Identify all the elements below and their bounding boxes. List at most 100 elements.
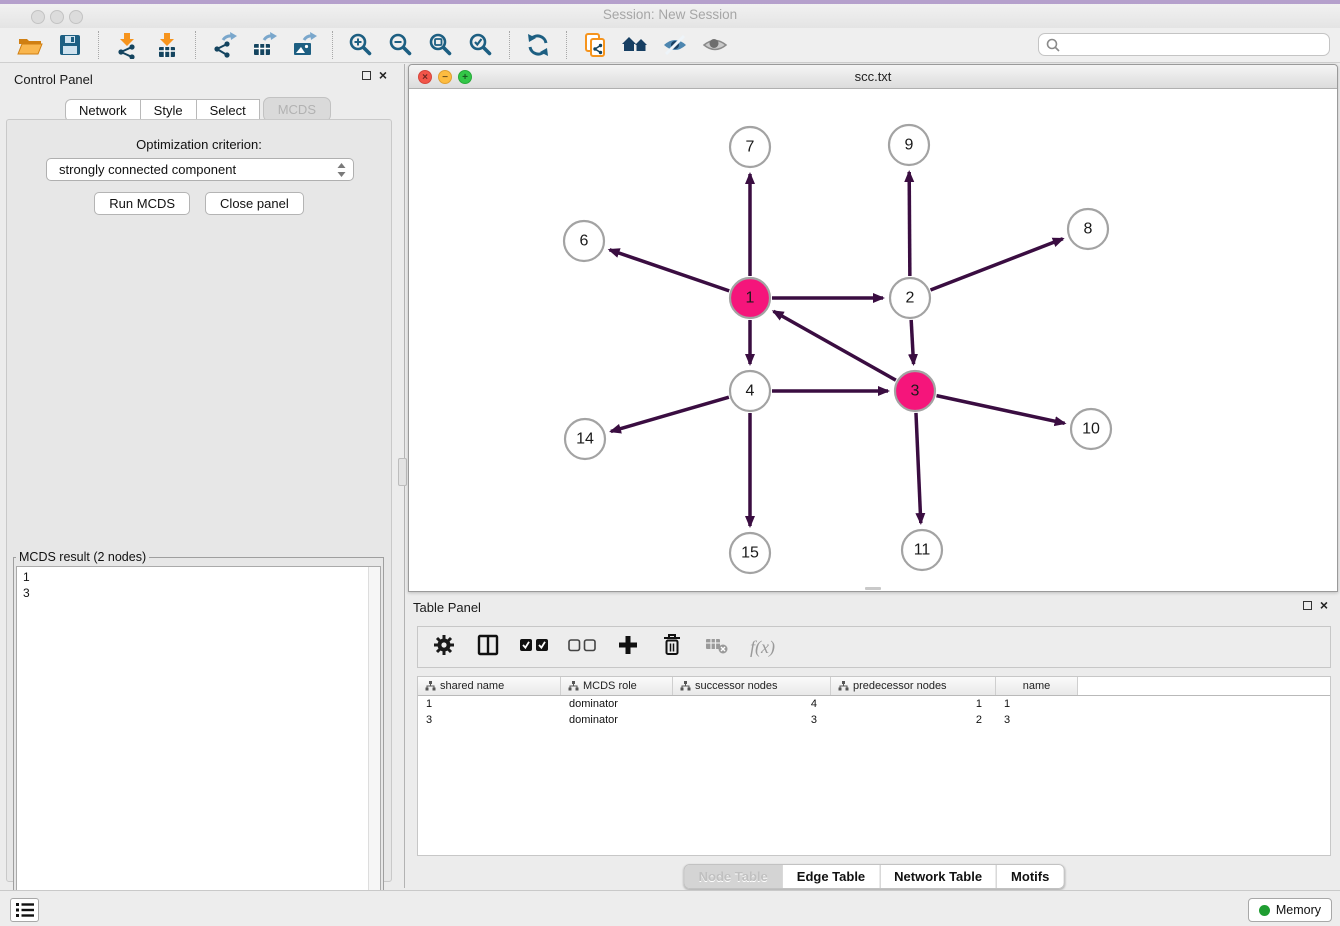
- toolbar-separator: [332, 31, 333, 59]
- graph-edge-1-6[interactable]: [610, 250, 730, 291]
- toolbar-separator: [566, 31, 567, 59]
- export-network-button[interactable]: [209, 30, 239, 60]
- import-network-button[interactable]: [112, 30, 142, 60]
- export-image-button[interactable]: [289, 30, 319, 60]
- deselect-checkboxes-button[interactable]: [568, 638, 596, 657]
- tab-motifs[interactable]: Motifs: [996, 865, 1063, 888]
- mcds-result-list[interactable]: 13: [16, 566, 381, 926]
- table-cell[interactable]: 1: [418, 698, 561, 710]
- table-cell[interactable]: 3: [673, 714, 831, 726]
- column-label: MCDS role: [583, 680, 637, 692]
- network-canvas[interactable]: 7968124314101511: [409, 90, 1337, 592]
- import-table-icon: [153, 31, 181, 59]
- column-label: name: [1023, 680, 1051, 692]
- close-panel-button[interactable]: Close panel: [205, 192, 304, 215]
- hide-eye-icon: [661, 31, 689, 59]
- zoom-selected-button[interactable]: [466, 30, 496, 60]
- import-table-button[interactable]: [152, 30, 182, 60]
- node-table[interactable]: shared name MCDS role successor nodes prede…: [417, 676, 1331, 856]
- delete-table-icon: [704, 634, 730, 656]
- close-panel-icon[interactable]: ×: [1320, 601, 1328, 610]
- column-header-name[interactable]: name: [996, 677, 1078, 695]
- memory-button[interactable]: Memory: [1248, 898, 1332, 922]
- splitter-handle[interactable]: [398, 458, 407, 486]
- tab-node-table[interactable]: Node Table: [685, 865, 782, 888]
- zoom-out-button[interactable]: [386, 30, 416, 60]
- toolbar-separator: [509, 31, 510, 59]
- window-resize-grip[interactable]: [865, 587, 881, 590]
- table-cell[interactable]: 4: [673, 698, 831, 710]
- float-panel-icon[interactable]: [362, 71, 371, 80]
- graph-edge-4-14[interactable]: [611, 397, 729, 431]
- zoom-in-button[interactable]: [346, 30, 376, 60]
- graph-node-label: 4: [746, 383, 755, 400]
- export-table-button[interactable]: [249, 30, 279, 60]
- task-history-button[interactable]: [10, 898, 39, 922]
- list-icon: [15, 902, 35, 918]
- run-mcds-button[interactable]: Run MCDS: [94, 192, 190, 215]
- search-field[interactable]: [1038, 33, 1330, 56]
- copy-view-button[interactable]: [580, 30, 610, 60]
- home-button[interactable]: [620, 30, 650, 60]
- graph-edge-3-11[interactable]: [916, 413, 921, 523]
- graph-edge-3-1[interactable]: [774, 311, 896, 380]
- graph-edge-2-3[interactable]: [911, 320, 913, 364]
- zoom-selected-icon: [467, 31, 495, 59]
- application-window: Session: New Session Control Panel: [0, 0, 1340, 926]
- table-cell[interactable]: 3: [996, 714, 1078, 726]
- add-column-icon: [616, 633, 640, 657]
- table-tabs: Node TableEdge TableNetwork TableMotifs: [684, 864, 1065, 889]
- zoom-fit-button[interactable]: [426, 30, 456, 60]
- split-columns-button[interactable]: [476, 633, 500, 662]
- result-scrollbar[interactable]: [368, 567, 380, 926]
- table-row[interactable]: 3dominator323: [418, 712, 1330, 728]
- graph-node-label: 2: [906, 290, 915, 307]
- graph-node-label: 9: [905, 137, 914, 154]
- toolbar-separator: [98, 31, 99, 59]
- delete-column-icon: [660, 633, 684, 657]
- column-header-predecessor-nodes[interactable]: predecessor nodes: [831, 677, 996, 695]
- network-window-titlebar[interactable]: × − + scc.txt: [409, 65, 1337, 89]
- close-panel-icon[interactable]: ×: [379, 71, 387, 80]
- search-input[interactable]: [1065, 37, 1329, 53]
- hide-eye-button[interactable]: [660, 30, 690, 60]
- table-cell[interactable]: 1: [996, 698, 1078, 710]
- table-cell[interactable]: dominator: [561, 698, 673, 710]
- control-panel: Control Panel × NetworkStyleSelectMCDS O…: [0, 64, 397, 888]
- criterion-select[interactable]: strongly connected component: [46, 158, 354, 181]
- graph-node-label: 15: [741, 545, 759, 562]
- column-header-MCDS-role[interactable]: MCDS role: [561, 677, 673, 695]
- tab-network-table[interactable]: Network Table: [879, 865, 996, 888]
- refresh-button[interactable]: [523, 30, 553, 60]
- show-eye-button[interactable]: [700, 30, 730, 60]
- graph-edge-3-10[interactable]: [937, 396, 1065, 424]
- table-panel-title: Table Panel: [413, 600, 481, 615]
- control-panel-window-buttons: ×: [362, 71, 387, 80]
- column-label: successor nodes: [695, 680, 778, 692]
- graph-node-label: 7: [746, 139, 755, 156]
- table-cell[interactable]: dominator: [561, 714, 673, 726]
- delete-table-button[interactable]: [704, 634, 730, 661]
- table-cell[interactable]: 2: [831, 714, 996, 726]
- float-panel-icon[interactable]: [1303, 601, 1312, 610]
- add-column-button[interactable]: [616, 633, 640, 662]
- function-builder-button[interactable]: f(x): [750, 637, 775, 658]
- table-cell[interactable]: 1: [831, 698, 996, 710]
- graph-edge-2-9[interactable]: [909, 172, 910, 276]
- table-row[interactable]: 1dominator411: [418, 696, 1330, 712]
- graph-edge-2-8[interactable]: [931, 239, 1063, 290]
- delete-column-button[interactable]: [660, 633, 684, 662]
- column-header-shared-name[interactable]: shared name: [418, 677, 561, 695]
- main-toolbar: [0, 28, 1340, 63]
- split-columns-icon: [476, 633, 500, 657]
- save-session-button[interactable]: [55, 30, 85, 60]
- gear-button[interactable]: [432, 633, 456, 662]
- mcds-result-fieldset: MCDS result (2 nodes) 13: [13, 550, 384, 926]
- column-header-successor-nodes[interactable]: successor nodes: [673, 677, 831, 695]
- network-title: scc.txt: [409, 69, 1337, 84]
- select-all-checkboxes-button[interactable]: [520, 638, 548, 657]
- table-cell[interactable]: 3: [418, 714, 561, 726]
- open-file-button[interactable]: [15, 30, 45, 60]
- zoom-in-icon: [347, 31, 375, 59]
- tab-edge-table[interactable]: Edge Table: [782, 865, 879, 888]
